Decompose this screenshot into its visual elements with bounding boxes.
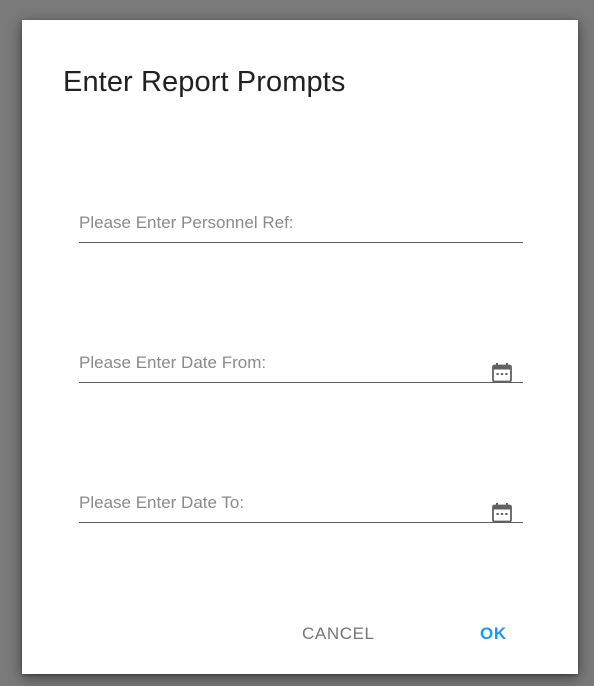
dialog-title: Enter Report Prompts xyxy=(63,66,346,98)
calendar-icon[interactable] xyxy=(491,502,513,524)
ok-button[interactable]: OK xyxy=(470,618,517,650)
report-prompts-dialog: Enter Report Prompts CANCEL OK xyxy=(22,20,578,674)
date-from-field xyxy=(79,322,523,383)
date-to-input[interactable] xyxy=(79,462,523,522)
date-from-input[interactable] xyxy=(79,322,523,382)
personnel-ref-input[interactable] xyxy=(79,182,523,242)
date-to-field xyxy=(79,462,523,523)
cancel-button[interactable]: CANCEL xyxy=(292,618,385,650)
personnel-ref-field xyxy=(79,182,523,243)
calendar-icon[interactable] xyxy=(491,362,513,384)
